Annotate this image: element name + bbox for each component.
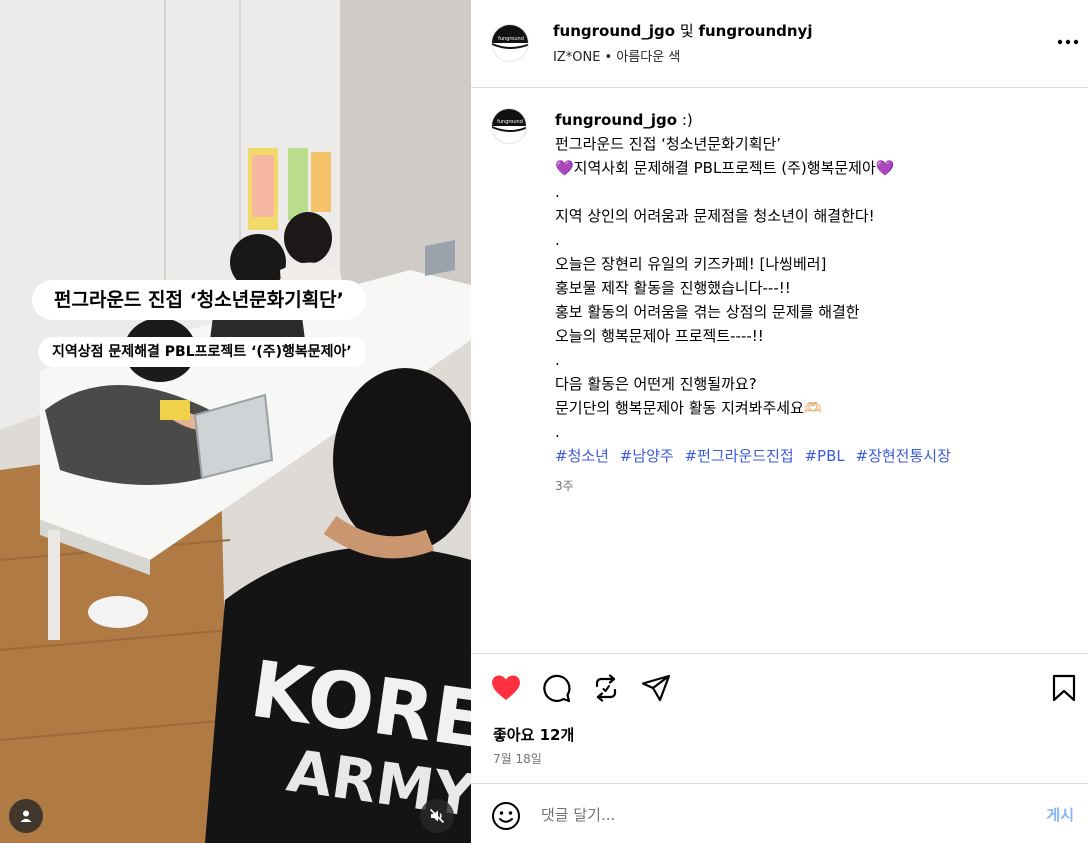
- comment-button[interactable]: [539, 671, 573, 705]
- caption-text: funground_jgo :) 펀그라운드 진접 ‘청소년문화기획단’ 💜지역…: [555, 108, 1065, 498]
- save-button[interactable]: [1047, 671, 1081, 705]
- heart-icon: [492, 675, 520, 700]
- repost-icon: [595, 674, 617, 702]
- bookmark-icon: [1052, 674, 1076, 702]
- mute-toggle-button[interactable]: [420, 799, 454, 833]
- classroom-video-frame: KORE ARMY: [0, 0, 471, 843]
- more-options-button[interactable]: [1056, 30, 1080, 54]
- caption-line: 💜지역사회 문제해결 PBL프로젝트 (주)행복문제아💜: [555, 159, 895, 177]
- caption-author-avatar[interactable]: funground: [491, 108, 527, 144]
- caption-line: 펀그라운드 진접 ‘청소년문화기획단’: [555, 135, 782, 153]
- caption-line: 문기단의 행복문제아 활동 지켜봐주세요🫶🏻: [555, 399, 823, 417]
- hashtag-list: #청소년 #남양주 #펀그라운드진접 #PBL #장현전통시장: [555, 444, 1065, 468]
- comment-input[interactable]: [541, 798, 1011, 832]
- hashtag-link[interactable]: #남양주: [620, 447, 674, 465]
- caption-line: .: [555, 351, 560, 369]
- post-authors: funground_jgo 및 fungroundnyj: [553, 20, 812, 41]
- caption-line: 오늘은 장현리 유일의 키즈카페! [나씽베러]: [555, 255, 827, 273]
- comment-icon: [543, 674, 571, 703]
- caption-line: 오늘의 행복문제아 프로젝트----!!: [555, 327, 764, 345]
- caption-line: 다음 활동은 어떤게 진행될까요?: [555, 375, 757, 393]
- post-actions: 좋아요 12개 7월 18일: [471, 653, 1088, 783]
- user-icon: [20, 810, 32, 822]
- caption-line: 홍보물 제작 활동을 진행했습니다---!!: [555, 279, 791, 297]
- coauthor-username[interactable]: fungroundnyj: [698, 22, 812, 40]
- hashtag-link[interactable]: #펀그라운드진접: [685, 447, 794, 465]
- caption-time-ago[interactable]: 3주: [555, 474, 1065, 498]
- caption-line: 홍보 활동의 어려움을 겪는 상점의 문제를 해결한: [555, 303, 860, 321]
- emoji-button[interactable]: [491, 801, 521, 831]
- caption-username[interactable]: funground_jgo: [555, 111, 677, 129]
- share-button[interactable]: [639, 671, 673, 705]
- post-details-panel: funground funground_jgo 및 fungroundnyj I…: [471, 0, 1088, 843]
- svg-text:funground: funground: [497, 119, 523, 125]
- hashtag-link[interactable]: #청소년: [555, 447, 609, 465]
- caption-line: 지역 상인의 어려움과 문제점을 청소년이 해결한다!: [555, 207, 875, 225]
- post-media[interactable]: KORE ARMY 펀그라운드 진접 ‘청소년문화기획단’ 지역상점 문제해결 …: [0, 0, 471, 843]
- video-caption-title: 펀그라운드 진접 ‘청소년문화기획단’: [32, 280, 366, 320]
- audio-track[interactable]: IZ*ONE • 아름다운 색: [553, 46, 680, 65]
- author-username[interactable]: funground_jgo: [553, 22, 675, 40]
- post-caption: funground funground_jgo :) 펀그라운드 진접 ‘청소년…: [471, 88, 1088, 653]
- post-date[interactable]: 7월 18일: [493, 750, 542, 767]
- tagged-users-button[interactable]: [9, 799, 43, 833]
- like-button[interactable]: [489, 671, 523, 705]
- svg-text:funground: funground: [498, 36, 524, 42]
- caption-line: .: [555, 231, 560, 249]
- caption-line: :): [677, 111, 693, 129]
- comment-composer: 게시: [471, 783, 1088, 843]
- caption-line: .: [555, 183, 560, 201]
- repost-button[interactable]: [589, 671, 623, 705]
- speaker-muted-icon: [429, 808, 445, 824]
- author-connector: 및: [675, 22, 699, 40]
- author-avatar[interactable]: funground: [491, 24, 529, 62]
- funground-logo: funground: [492, 109, 526, 132]
- more-options-icon: [1057, 39, 1079, 45]
- hashtag-link[interactable]: #장현전통시장: [856, 447, 951, 465]
- like-count[interactable]: 좋아요 12개: [493, 724, 574, 745]
- video-caption-subtitle: 지역상점 문제해결 PBL프로젝트 ‘(주)행복문제아’: [38, 337, 366, 367]
- post-comment-button[interactable]: 게시: [1046, 804, 1074, 825]
- hashtag-link[interactable]: #PBL: [804, 447, 844, 465]
- post-header: funground funground_jgo 및 fungroundnyj I…: [471, 0, 1088, 88]
- funground-logo: funground: [492, 25, 528, 49]
- caption-line: .: [555, 423, 560, 441]
- emoji-icon: [492, 802, 520, 830]
- share-icon: [641, 674, 671, 702]
